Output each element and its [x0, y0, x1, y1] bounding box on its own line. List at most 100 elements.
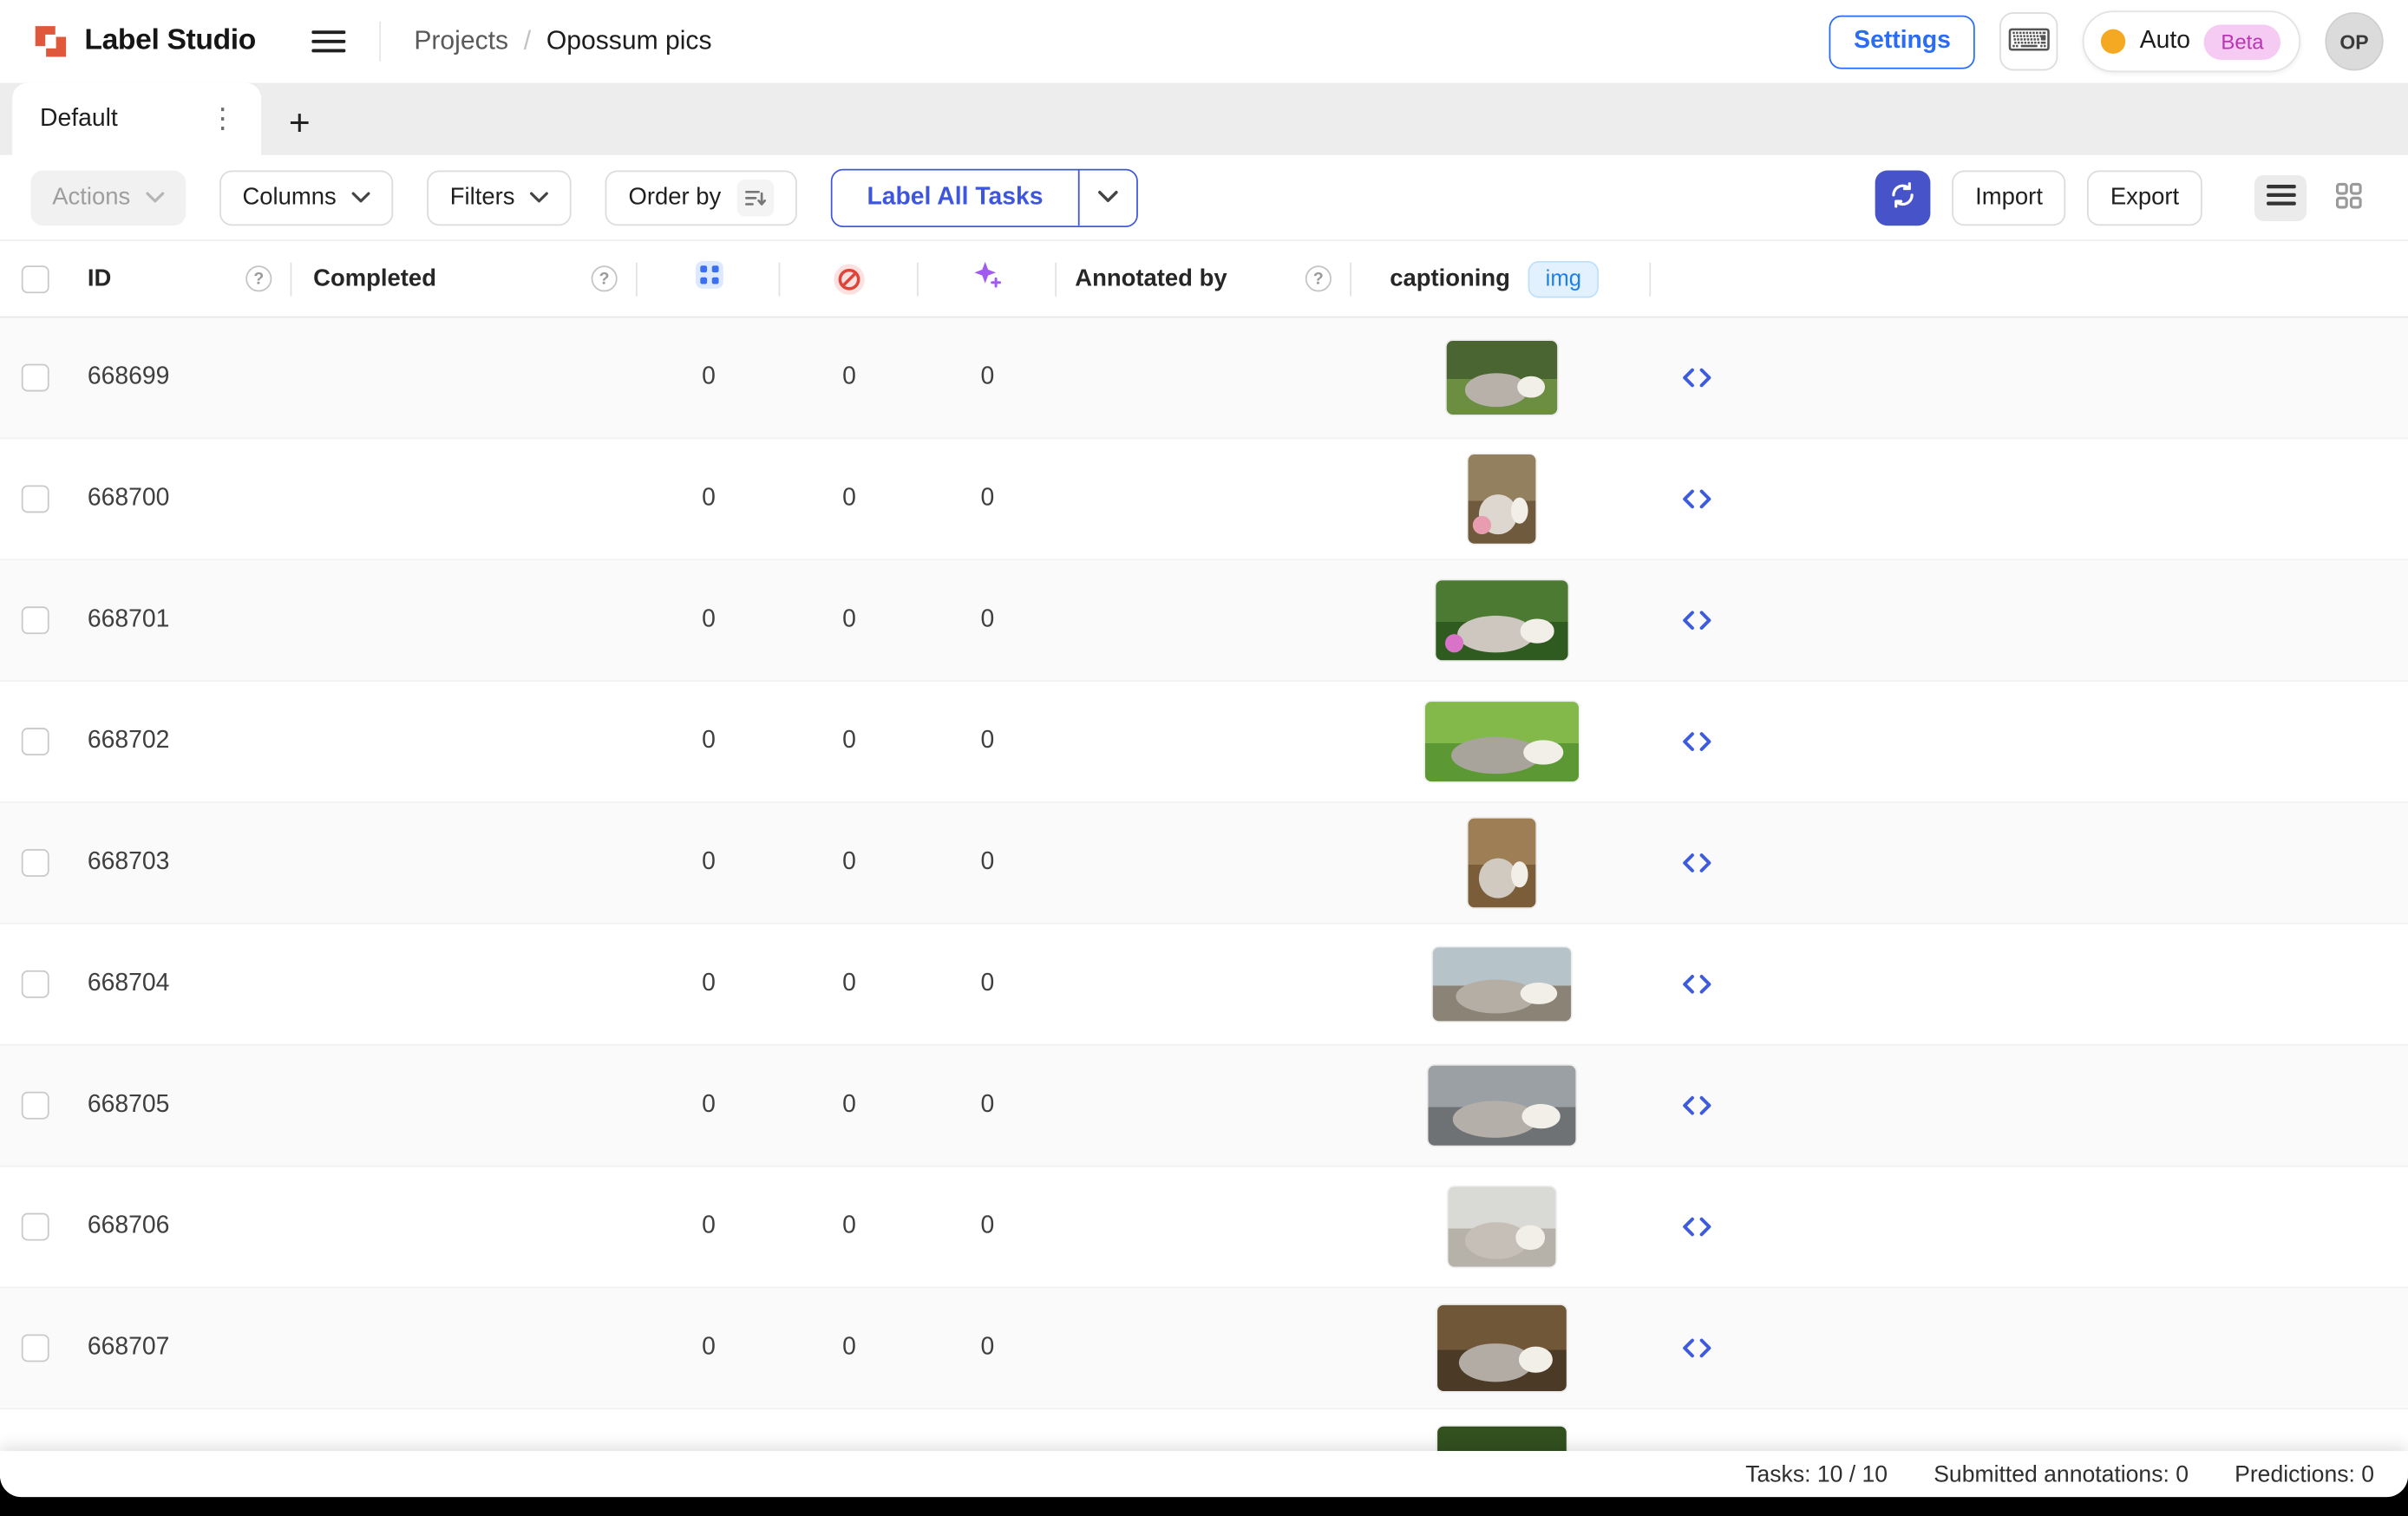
task-row[interactable]: 668701 0 0 0 — [0, 560, 2408, 682]
row-checkbox[interactable] — [22, 485, 49, 513]
tab-label: Default — [40, 105, 118, 133]
actions-dropdown[interactable]: Actions — [30, 170, 186, 225]
completed-cell — [291, 1167, 637, 1287]
submitted-annotations-count: Submitted annotations: 0 — [1934, 1461, 2189, 1487]
row-checkbox[interactable] — [22, 364, 49, 392]
show-source-icon[interactable] — [1678, 1336, 1716, 1360]
task-row[interactable]: 668702 0 0 0 — [0, 682, 2408, 803]
view-tabs-bar: Default ⋮ + — [0, 83, 2408, 155]
show-source-icon[interactable] — [1678, 365, 1716, 389]
show-source-icon[interactable] — [1678, 1214, 1716, 1238]
tab-options-icon[interactable]: ⋮ — [203, 103, 243, 135]
grid-view-button[interactable] — [2322, 174, 2374, 220]
opossum-head — [1521, 1104, 1560, 1128]
help-icon[interactable]: ? — [1305, 265, 1332, 291]
annotated-by-cell — [1057, 1409, 1351, 1451]
cancelled-count: 0 — [842, 1092, 856, 1120]
task-row[interactable]: 668704 0 0 0 — [0, 925, 2408, 1046]
label-all-tasks-button[interactable]: Label All Tasks — [832, 170, 1079, 225]
row-checkbox[interactable] — [22, 1092, 49, 1120]
task-image-thumbnail[interactable] — [1424, 702, 1578, 781]
label-all-tasks-chevron[interactable] — [1078, 170, 1136, 225]
row-checkbox[interactable] — [22, 606, 49, 634]
show-source-icon[interactable] — [1678, 608, 1716, 632]
help-icon[interactable]: ? — [592, 265, 618, 291]
task-image-thumbnail[interactable] — [1446, 341, 1556, 415]
list-view-button[interactable] — [2254, 174, 2307, 220]
help-icon[interactable]: ? — [245, 265, 272, 291]
cancelled-count: 0 — [842, 970, 856, 998]
task-image-thumbnail[interactable] — [1468, 454, 1535, 544]
label-studio-logo-icon[interactable] — [30, 22, 70, 62]
opossum-head — [1519, 1346, 1553, 1372]
annotated-by-cell — [1057, 925, 1351, 1044]
chevron-down-icon — [351, 191, 370, 203]
opossum-head — [1510, 497, 1528, 524]
select-all-checkbox[interactable] — [22, 265, 49, 292]
tab-default[interactable]: Default ⋮ — [12, 83, 261, 155]
predictions-count: 0 — [980, 849, 994, 877]
hamburger-menu-icon[interactable] — [311, 29, 345, 54]
task-row[interactable]: 668699 0 0 0 — [0, 317, 2408, 439]
task-image-thumbnail[interactable] — [1468, 819, 1535, 908]
annotated-by-cell — [1057, 1167, 1351, 1287]
annotations-count: 0 — [702, 1334, 716, 1362]
chevron-down-icon — [1098, 191, 1118, 205]
annotated-by-cell — [1057, 560, 1351, 680]
captioning-column-label: captioning — [1390, 265, 1510, 292]
row-checkbox[interactable] — [22, 1334, 49, 1362]
show-source-icon[interactable] — [1678, 729, 1716, 754]
breadcrumb-projects-link[interactable]: Projects — [414, 26, 508, 56]
columns-dropdown[interactable]: Columns — [219, 170, 393, 225]
task-row[interactable]: 668707 0 0 0 — [0, 1288, 2408, 1409]
show-source-icon[interactable] — [1678, 972, 1716, 997]
task-image-thumbnail[interactable] — [1432, 947, 1570, 1021]
cancelled-count: 0 — [842, 606, 856, 634]
task-row[interactable]: 668705 0 0 0 — [0, 1046, 2408, 1167]
annotations-count: 0 — [702, 1213, 716, 1241]
breadcrumb-current: Opossum pics — [546, 26, 712, 56]
auto-label: Auto — [2140, 28, 2190, 56]
task-image-thumbnail[interactable] — [1436, 1305, 1566, 1391]
task-row[interactable]: 668706 0 0 0 — [0, 1167, 2408, 1289]
column-id: ID ? — [68, 241, 291, 317]
settings-button[interactable]: Settings — [1829, 15, 1975, 69]
sort-icon — [736, 179, 773, 215]
row-checkbox[interactable] — [22, 970, 49, 998]
show-source-icon[interactable] — [1678, 487, 1716, 511]
task-image-thumbnail[interactable] — [1435, 580, 1567, 660]
breadcrumb-separator: / — [524, 26, 531, 56]
order-by-dropdown[interactable]: Order by — [605, 170, 796, 225]
import-button[interactable]: Import — [1953, 170, 2066, 225]
refresh-button[interactable] — [1875, 170, 1931, 225]
show-source-icon[interactable] — [1678, 1094, 1716, 1118]
keyboard-shortcuts-button[interactable]: ⌨ — [2000, 12, 2058, 70]
task-image-thumbnail[interactable] — [1428, 1066, 1575, 1146]
refresh-icon — [1889, 181, 1917, 213]
opossum-head — [1516, 1225, 1544, 1250]
task-row[interactable] — [0, 1409, 2408, 1451]
task-id: 668703 — [88, 849, 170, 877]
task-row[interactable]: 668703 0 0 0 — [0, 803, 2408, 925]
add-tab-button[interactable]: + — [289, 106, 311, 142]
completed-cell — [291, 1046, 637, 1166]
annotations-count: 0 — [702, 970, 716, 998]
row-checkbox[interactable] — [22, 849, 49, 877]
task-id: 668699 — [88, 364, 170, 392]
user-avatar[interactable]: OP — [2325, 12, 2383, 70]
cancelled-count: 0 — [842, 485, 856, 513]
show-source-icon[interactable] — [1678, 851, 1716, 875]
row-checkbox[interactable] — [22, 1213, 49, 1241]
accent-detail — [1446, 634, 1464, 652]
filters-dropdown[interactable]: Filters — [427, 170, 572, 225]
task-image-thumbnail[interactable] — [1448, 1187, 1555, 1267]
annotations-count: 0 — [702, 485, 716, 513]
task-row[interactable]: 668700 0 0 0 — [0, 439, 2408, 560]
row-checkbox[interactable] — [22, 728, 49, 755]
predictions-count: 0 — [980, 728, 994, 755]
annotated-by-cell — [1057, 1288, 1351, 1408]
export-button[interactable]: Export — [2087, 170, 2202, 225]
list-view-icon — [2266, 184, 2295, 210]
auto-toggle[interactable]: Auto Beta — [2083, 10, 2300, 72]
task-image-thumbnail[interactable] — [1436, 1427, 1566, 1451]
